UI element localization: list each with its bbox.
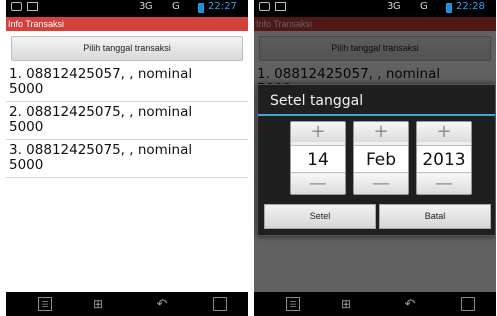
network-indicator: 3G [387,1,401,12]
month-increment-button[interactable]: + [354,122,408,142]
list-item[interactable]: 1. 08812425057, , nominal 5000 [6,64,248,102]
navigation-bar: ☰ ⊞ ↶ [254,292,496,316]
network-indicator: 3G [139,1,153,12]
date-picker-dialog: Setel tanggal + 14 — + Feb — + 2013 — Se… [257,84,496,236]
day-picker: + 14 — [290,121,346,195]
month-picker: + Feb — [353,121,409,195]
battery-icon [446,3,452,13]
cancel-button[interactable]: Batal [379,204,491,229]
message-icon [11,2,22,11]
status-clock: 22:27 [208,1,237,12]
app-title: Info Transaksi [6,17,248,31]
message-icon [259,2,270,11]
year-picker: + 2013 — [416,121,472,195]
menu-icon[interactable]: ☰ [38,297,52,311]
day-decrement-button[interactable]: — [291,174,345,194]
list-item[interactable]: 2. 08812425075, , nominal 5000 [6,102,248,140]
year-decrement-button[interactable]: — [417,174,471,194]
phone-screen-right: 3G G 22:28 Info Transaksi Pilih tanggal … [254,0,496,316]
back-icon[interactable]: ↶ [155,297,169,311]
day-value[interactable]: 14 [291,145,345,173]
month-value[interactable]: Feb [354,145,408,173]
dialog-divider [258,114,495,116]
menu-icon[interactable]: ☰ [286,297,300,311]
dialog-title: Setel tanggal [270,93,364,109]
network-indicator-2: G [420,1,428,12]
transaction-list: 1. 08812425057, , nominal 5000 2. 088124… [6,64,248,178]
set-button[interactable]: Setel [264,204,376,229]
day-increment-button[interactable]: + [291,122,345,142]
screen-icon [27,2,38,11]
status-bar: 3G G 22:28 [254,0,496,17]
recent-apps-icon[interactable] [461,297,475,311]
battery-icon [198,3,204,13]
phone-screen-left: 3G G 22:27 Info Transaksi Pilih tanggal … [6,0,248,316]
navigation-bar: ☰ ⊞ ↶ [6,292,248,316]
network-indicator-2: G [172,1,180,12]
year-increment-button[interactable]: + [417,122,471,142]
back-icon[interactable]: ↶ [403,297,417,311]
pick-date-button[interactable]: Pilih tanggal transaksi [11,36,243,61]
year-value[interactable]: 2013 [417,145,471,173]
status-clock: 22:28 [456,1,485,12]
month-decrement-button[interactable]: — [354,174,408,194]
recent-apps-icon[interactable] [213,297,227,311]
list-item[interactable]: 3. 08812425075, , nominal 5000 [6,140,248,178]
status-bar: 3G G 22:27 [6,0,248,17]
home-icon[interactable]: ⊞ [91,297,105,311]
screen-icon [275,2,286,11]
home-icon[interactable]: ⊞ [339,297,353,311]
